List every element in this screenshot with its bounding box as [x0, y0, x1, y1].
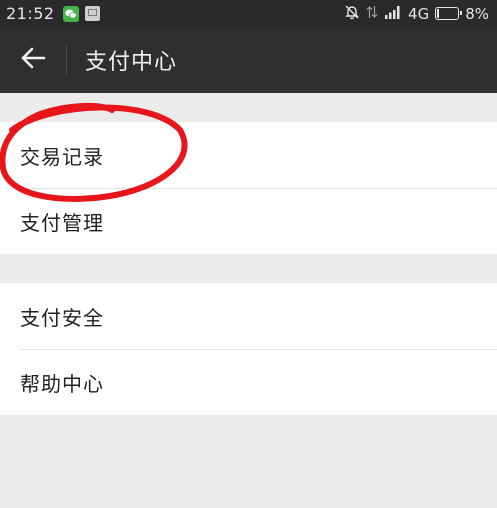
title-bar: 支付中心 [0, 27, 497, 93]
menu-group-2: 支付安全 帮助中心 [0, 283, 497, 415]
battery-icon [435, 7, 463, 20]
title-divider [66, 45, 67, 75]
arrow-left-icon [20, 47, 46, 73]
menu-item-payment-management[interactable]: 支付管理 [0, 188, 497, 254]
signal-icon [384, 4, 402, 23]
back-button[interactable] [0, 27, 66, 93]
menu-item-label: 支付安全 [20, 305, 104, 330]
wechat-notification-icon [62, 5, 79, 22]
menu-item-label: 交易记录 [20, 144, 104, 169]
battery-percent: 8% [465, 4, 489, 23]
page-title: 支付中心 [85, 50, 178, 75]
status-right: 4G 8% [344, 0, 489, 27]
menu-item-payment-security[interactable]: 支付安全 [0, 283, 497, 349]
battery-fill [437, 9, 440, 18]
menu-item-label: 帮助中心 [20, 371, 104, 396]
network-type: 4G [408, 4, 430, 23]
status-bar: 21:52 4G 8% [0, 0, 497, 27]
menu-item-transaction-records[interactable]: 交易记录 [0, 122, 497, 188]
status-time: 21:52 [6, 4, 55, 23]
app-notification-icon [84, 6, 100, 21]
menu-item-help-center[interactable]: 帮助中心 [0, 349, 497, 415]
data-transfer-icon [366, 4, 378, 24]
menu-group-1: 交易记录 支付管理 [0, 122, 497, 254]
mute-bell-icon [344, 4, 360, 24]
menu-item-label: 支付管理 [20, 210, 104, 235]
